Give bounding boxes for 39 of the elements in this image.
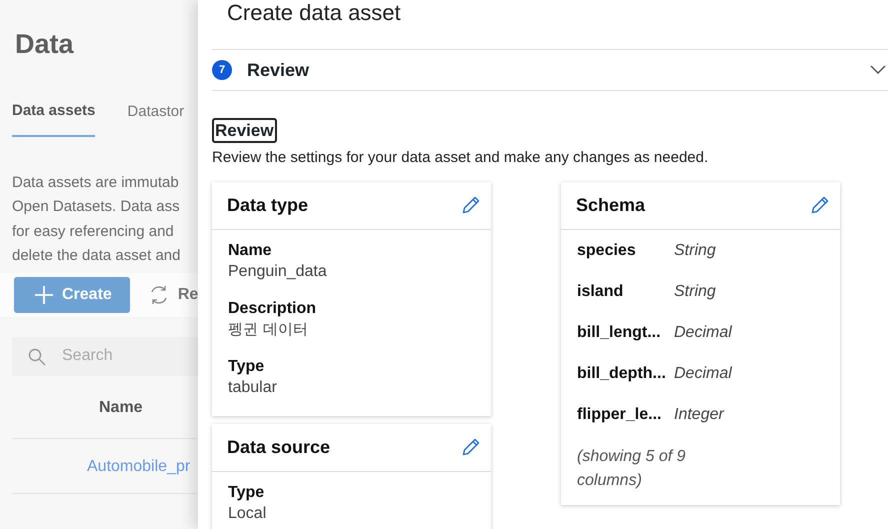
step-title: Review — [247, 58, 310, 82]
field-label: Type — [228, 482, 266, 502]
description-line: delete the data asset and — [12, 246, 182, 266]
column-name: species — [577, 240, 637, 260]
refresh-button[interactable]: Re — [148, 282, 198, 306]
column-type: Decimal — [674, 322, 732, 342]
page-title: Data — [14, 28, 75, 61]
field-value: 펭귄 데이터 — [228, 318, 309, 340]
field-label: Name — [228, 240, 273, 260]
field-value: Penguin_data — [228, 262, 328, 282]
column-name: bill_depth... — [577, 364, 667, 384]
column-type: String — [674, 240, 716, 260]
description-line: for easy referencing and — [12, 222, 175, 242]
search-field[interactable]: Search — [12, 336, 198, 376]
section-title: Review — [212, 118, 277, 143]
column-type: Decimal — [674, 364, 732, 384]
card-title: Schema — [576, 194, 646, 216]
section-description: Review the settings for your data asset and make any changes as needed. — [212, 148, 710, 168]
column-type: Integer — [674, 404, 724, 424]
description-line: Open Datasets. Data ass — [12, 197, 181, 217]
column-header: Name — [12, 376, 198, 438]
step-number: 7 — [212, 60, 232, 80]
column-type: String — [674, 282, 716, 302]
column-name: bill_lengt... — [577, 322, 662, 342]
tab[interactable]: Data assets — [12, 84, 96, 136]
field-label: Type — [228, 356, 266, 376]
field-value: Local — [228, 504, 268, 524]
description-line: Data assets are immutab — [12, 172, 180, 192]
create-button[interactable]: Create — [14, 276, 130, 312]
panel-title: Create data asset — [226, 0, 402, 27]
field-label: Description — [228, 298, 318, 318]
tab[interactable]: Datastor — [127, 84, 184, 136]
column-name: flipper_le... — [577, 404, 662, 424]
column-name: island — [577, 282, 624, 302]
schema-note: (showing 5 of 9 columns) — [577, 446, 687, 490]
card-title: Data source — [227, 436, 330, 458]
card-title: Data type — [227, 194, 308, 217]
field-value: tabular — [228, 378, 278, 398]
asset-link[interactable]: Automobile_pr — [87, 458, 190, 474]
